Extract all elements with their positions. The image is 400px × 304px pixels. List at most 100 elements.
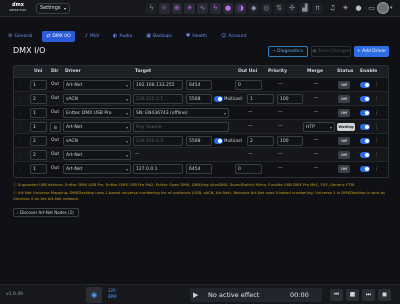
driver-select[interactable]: Art-Net ▾ — [63, 80, 131, 90]
table-row: ⋮ 1 Out Enttec DMX USB Pro ▾ SN: EN436743… — [14, 106, 388, 120]
drag-handle-icon[interactable]: ⋮ — [17, 151, 22, 159]
port-input[interactable]: 6454 — [186, 80, 212, 90]
enable-toggle[interactable] — [360, 110, 370, 116]
more-options-icon[interactable]: ⋮ — [374, 151, 379, 159]
contrast-icon[interactable]: ◑ — [235, 3, 247, 14]
skip-back-icon[interactable]: ⏮ — [330, 289, 343, 301]
table-row: ⋮ 2 Out sACN ▾ 239.255.0.2 5568 Multicast… — [14, 134, 388, 148]
more-options-icon[interactable]: ⋮ — [374, 95, 379, 103]
driver-select[interactable]: sACN ▾ — [63, 136, 131, 146]
uni-input[interactable]: 2 — [30, 136, 47, 146]
tag-icon[interactable]: ◆ — [248, 3, 260, 14]
port-input[interactable]: 5568 — [186, 94, 212, 104]
driver-select[interactable]: Art-Net ▾ — [63, 164, 131, 174]
driver-select[interactable]: Art-Net ▾ — [63, 122, 131, 132]
bolt2-icon[interactable]: ϟ — [209, 3, 221, 14]
target-ip-input[interactable]: 239.255.0.1 — [133, 94, 183, 104]
spark-icon[interactable]: ✳ — [184, 3, 196, 14]
tab-midi[interactable]: ♪ Midi — [81, 31, 103, 42]
discover-artnet-nodes-button[interactable]: › Discover Art-Net Nodes (2) — [13, 208, 79, 217]
status-badge: Off — [338, 81, 350, 89]
more-options-icon[interactable]: ⋮ — [374, 137, 379, 145]
out-uni-input[interactable]: 0 — [235, 80, 262, 90]
more-options-icon[interactable]: ⋮ — [374, 165, 379, 173]
more-options-icon[interactable]: ⋮ — [374, 123, 379, 131]
uni-input[interactable]: 2 — [30, 150, 47, 160]
enable-toggle[interactable] — [360, 82, 370, 88]
chevron-down-icon: ▾ — [125, 167, 128, 172]
driver-select[interactable]: sACN ▾ — [63, 94, 131, 104]
play-icon[interactable]: ▶ — [193, 290, 203, 300]
wave-icon[interactable]: ∿ — [197, 3, 208, 14]
bpm-widget[interactable]: ◉ 120 BPM — [86, 286, 146, 304]
music-icon[interactable]: ♫ — [328, 3, 337, 14]
tab-audio[interactable]: ◐ Audio — [109, 31, 136, 42]
dial-icon[interactable]: ◎ — [261, 3, 272, 14]
tab-label: Account — [228, 34, 247, 39]
lightbulb-icon[interactable]: ☀ — [341, 3, 350, 14]
multicast-toggle[interactable] — [214, 96, 223, 102]
drag-handle-icon[interactable]: ⋮ — [17, 165, 22, 173]
enable-toggle[interactable] — [360, 96, 370, 102]
crosshair-icon[interactable]: ⊕ — [171, 3, 183, 14]
more-options-icon[interactable]: ⋮ — [374, 109, 379, 117]
stairs-icon[interactable]: ▟ — [299, 3, 311, 14]
priority-input[interactable]: 100 — [277, 94, 303, 104]
uni-input[interactable]: 2 — [30, 94, 47, 104]
settings-menu-button[interactable]: Settings ▾ — [36, 3, 70, 14]
target-ip-input[interactable]: 192.168.133.255 — [133, 80, 183, 90]
window-icon[interactable]: ▭ — [367, 3, 376, 14]
driver-select[interactable]: Enttec DMX USB Pro ▾ — [63, 108, 131, 118]
out-uni-input[interactable]: 1 — [247, 94, 274, 104]
chevron-down-icon[interactable]: ▾ — [390, 3, 393, 14]
tab-label: Audio — [119, 34, 133, 39]
port-input[interactable]: 5568 — [186, 136, 212, 146]
target-ip-input[interactable]: 239.255.0.2 — [133, 136, 183, 146]
driver-select[interactable]: Art-Net ▾ — [63, 150, 131, 160]
tab-health[interactable]: ♥ Health — [182, 31, 211, 42]
drag-handle-icon[interactable]: ⋮ — [17, 95, 22, 103]
enable-toggle[interactable] — [360, 138, 370, 144]
enable-toggle[interactable] — [360, 124, 370, 130]
drop-icon[interactable]: ● — [222, 3, 234, 14]
tab-backups[interactable]: ▣ Backups — [142, 31, 176, 42]
target-ip-input[interactable]: 127.0.0.1 — [133, 164, 183, 174]
fan-icon[interactable]: ✣ — [286, 3, 298, 14]
drag-handle-icon[interactable]: ⋮ — [17, 137, 22, 145]
avatar[interactable] — [377, 2, 389, 14]
uni-input[interactable]: 1 — [30, 108, 47, 118]
github-icon[interactable]: ● — [354, 3, 363, 14]
arrows-icon[interactable]: ⇅ — [273, 3, 285, 14]
multicast-toggle[interactable] — [214, 138, 223, 144]
pi-icon[interactable]: π — [312, 3, 323, 14]
sun-icon[interactable]: ☼ — [158, 3, 170, 14]
merge-select[interactable]: HTP ▾ — [303, 122, 335, 132]
uni-input[interactable]: 1 — [30, 122, 47, 132]
skip-forward-icon[interactable]: ⏭ — [362, 289, 375, 301]
tab-dmx-io[interactable]: ⇄ DMX I/O — [42, 31, 75, 42]
blackout-icon[interactable]: ◼ — [378, 289, 391, 301]
tab-general[interactable]: ⚙ General — [4, 31, 36, 42]
more-options-icon[interactable]: ⋮ — [374, 81, 379, 89]
port-input[interactable]: 6454 — [186, 164, 212, 174]
save-changes-button[interactable]: ▣ Save Changes — [311, 46, 351, 57]
tab-account[interactable]: ☺ Account — [217, 31, 250, 42]
enable-toggle[interactable] — [360, 152, 370, 158]
bolt-icon[interactable]: ϟ — [146, 3, 157, 14]
enable-toggle[interactable] — [360, 166, 370, 172]
drag-handle-icon[interactable]: ⋮ — [17, 109, 22, 117]
priority-input[interactable]: 100 — [277, 136, 303, 146]
drag-handle-icon[interactable]: ⋮ — [17, 81, 22, 89]
out-uni-input[interactable]: 2 — [247, 136, 274, 146]
usb-device-select[interactable]: SN: EN436743 (offline) ▾ — [133, 108, 229, 118]
add-driver-button[interactable]: + Add Driver — [354, 46, 389, 57]
out-uni-input[interactable]: 0 — [235, 164, 262, 174]
diagnostics-button[interactable]: ⌁ Diagnostics — [268, 46, 308, 57]
tap-tempo-icon[interactable]: ◉ — [86, 287, 102, 303]
uni-input[interactable]: 1 — [30, 80, 47, 90]
drag-handle-icon[interactable]: ⋮ — [17, 123, 22, 131]
out-uni-value: — — [248, 152, 253, 157]
source-input[interactable]: Any Source — [133, 122, 229, 132]
uni-input[interactable]: 1 — [30, 164, 47, 174]
stop-icon[interactable]: ■ — [346, 289, 359, 301]
